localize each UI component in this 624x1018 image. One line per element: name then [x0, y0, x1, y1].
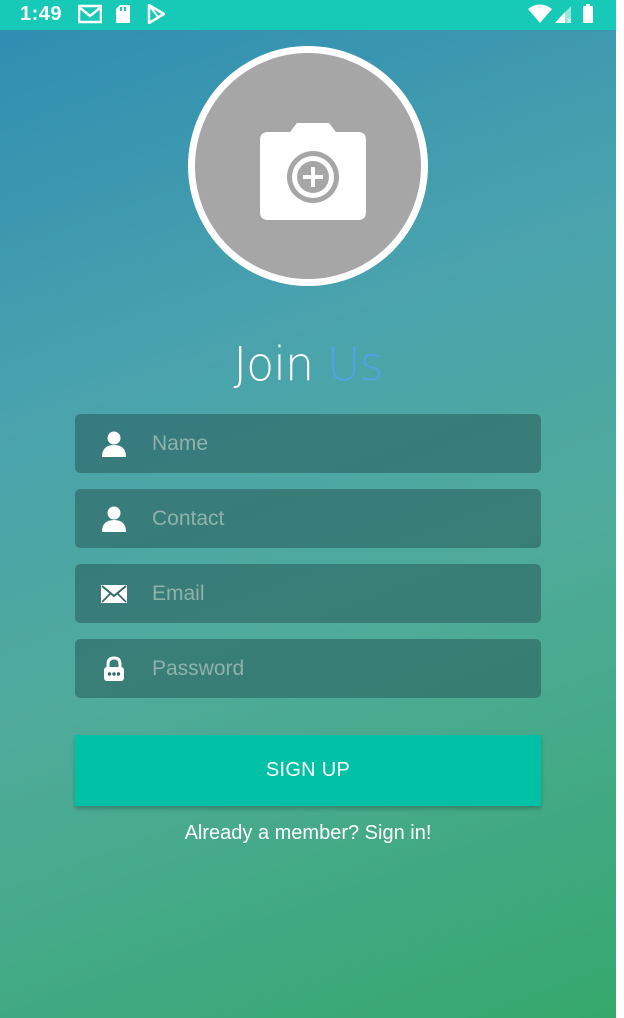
email-field[interactable] [75, 564, 541, 623]
gmail-icon [78, 4, 102, 24]
screen-edge [616, 0, 624, 1018]
lock-icon [104, 656, 124, 681]
page-title: Join Us [0, 337, 616, 391]
name-input[interactable] [152, 414, 522, 473]
contact-input[interactable] [152, 489, 522, 548]
wifi-icon [528, 4, 552, 23]
profile-photo-placeholder [195, 53, 421, 279]
svg-text:x: x [567, 16, 572, 24]
envelope-icon [101, 585, 127, 603]
signin-link[interactable]: Already a member? Sign in! [0, 822, 616, 845]
title-join: Join [233, 337, 315, 391]
name-field[interactable] [75, 414, 541, 473]
status-bar: 1:49 x [0, 0, 616, 30]
status-time: 1:49 [20, 3, 63, 25]
signal-icon: x [555, 6, 572, 24]
camera-add-icon [260, 123, 366, 220]
sd-card-icon [116, 5, 130, 23]
password-field[interactable] [75, 639, 541, 698]
play-store-icon [147, 4, 165, 24]
person-icon [102, 431, 126, 457]
signup-button[interactable]: SIGN UP [75, 735, 541, 806]
person-icon [102, 506, 126, 532]
battery-icon [583, 4, 593, 23]
title-us: Us [326, 337, 384, 391]
password-input[interactable] [152, 639, 522, 698]
email-input[interactable] [152, 564, 522, 623]
profile-photo-picker[interactable] [188, 46, 428, 286]
signup-screen: 1:49 x Join Us Name Contact Email SIGN U… [0, 0, 616, 1018]
contact-field[interactable] [75, 489, 541, 548]
